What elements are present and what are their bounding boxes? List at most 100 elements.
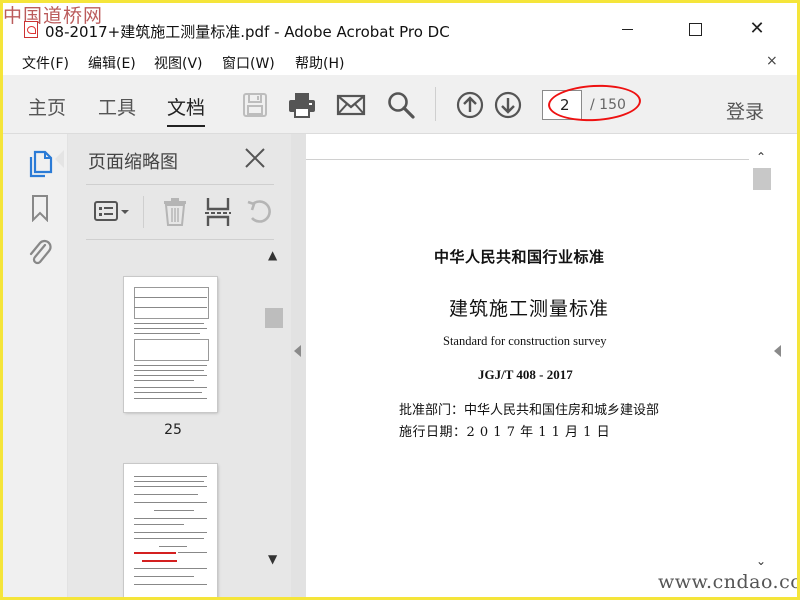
thumbnail-line xyxy=(134,518,207,519)
thumbnail-line xyxy=(134,532,207,533)
tools-separator xyxy=(143,196,144,228)
app-window: 中国道桥网 08-2017+建筑施工测量标准.pdf - Adobe Acrob… xyxy=(3,3,797,597)
save-icon[interactable] xyxy=(240,90,270,120)
menu-bar: 文件(F) 编辑(E) 视图(V) 窗口(W) 帮助(H) × xyxy=(3,47,797,75)
close-window-button[interactable]: ✕ xyxy=(734,15,780,43)
page-down-icon[interactable] xyxy=(493,90,523,120)
delete-icon[interactable] xyxy=(163,197,187,227)
thumbnail-line xyxy=(134,297,207,298)
annotation-oval xyxy=(547,82,642,124)
scrollbar-thumb[interactable] xyxy=(265,308,283,328)
scrollbar-thumb[interactable] xyxy=(753,168,771,190)
thumbnail-line xyxy=(134,538,204,539)
document-view: 中华人民共和国行业标准 建筑施工测量标准 Standard for constr… xyxy=(306,134,797,597)
maximize-icon xyxy=(688,22,702,36)
window-title: 08-2017+建筑施工测量标准.pdf - Adobe Acrobat Pro… xyxy=(45,23,450,41)
scroll-down-icon[interactable]: ⌄ xyxy=(756,554,766,568)
thumbnail-line xyxy=(159,546,187,547)
title-bar: 中国道桥网 08-2017+建筑施工测量标准.pdf - Adobe Acrob… xyxy=(3,3,797,47)
thumbnail-line xyxy=(134,323,204,324)
thumbnail-page-26[interactable] xyxy=(124,464,217,597)
doc-effective-date: 施行日期：2 0 1 7 年 1 1 月 1 日 xyxy=(399,425,611,440)
doc-standard-code: JGJ/T 408 - 2017 xyxy=(478,367,573,382)
crop-icon[interactable] xyxy=(204,197,232,227)
thumbnail-line xyxy=(134,365,207,366)
close-panel-icon[interactable] xyxy=(243,146,267,170)
email-icon[interactable] xyxy=(336,90,366,120)
toolbar-separator xyxy=(435,87,436,121)
thumbnail-line xyxy=(134,568,207,569)
minimize-icon xyxy=(621,28,633,30)
doc-heading: 中华人民共和国行业标准 xyxy=(434,248,605,266)
scroll-up-icon[interactable]: ⌃ xyxy=(756,150,766,164)
doc-approval-dept: 批准部门：中华人民共和国住房和城乡建设部 xyxy=(399,403,660,418)
doc-english-title: Standard for construction survey xyxy=(443,334,607,348)
thumbnail-line xyxy=(134,333,200,334)
previous-page-bottom xyxy=(306,134,749,160)
thumbnail-line xyxy=(134,524,184,525)
menu-file[interactable]: 文件(F) xyxy=(22,53,69,73)
document-page: 中华人民共和国行业标准 建筑施工测量标准 Standard for constr… xyxy=(306,164,749,597)
thumbnail-line xyxy=(134,307,207,308)
collapse-panel-icon[interactable] xyxy=(294,345,301,357)
doc-title: 建筑施工测量标准 xyxy=(449,298,610,320)
thumbnail-line xyxy=(134,584,207,585)
thumbnail-line xyxy=(134,398,207,399)
watermark-bottom: www.cndao.com xyxy=(658,571,797,593)
main-toolbar: 主页 工具 文档 2 / 150 登录 xyxy=(3,75,797,134)
thumbnail-line xyxy=(178,552,207,553)
thumbnail-line xyxy=(134,387,207,388)
thumbnail-page-25[interactable] xyxy=(124,277,217,412)
print-icon[interactable] xyxy=(287,90,317,120)
tab-document[interactable]: 文档 xyxy=(167,93,206,127)
thumbnail-line xyxy=(134,328,207,329)
thumbnail-line xyxy=(134,486,207,487)
thumbnail-toolbar xyxy=(86,192,276,232)
left-navigation-rail xyxy=(3,134,68,597)
menu-edit[interactable]: 编辑(E) xyxy=(88,53,136,73)
login-link[interactable]: 登录 xyxy=(726,97,764,124)
thumbnail-table xyxy=(134,339,209,361)
thumbnail-line xyxy=(134,576,194,577)
thumbnail-line xyxy=(154,510,194,511)
menu-window[interactable]: 窗口(W) xyxy=(222,53,275,73)
thumbnail-line xyxy=(134,392,202,393)
thumbnail-line xyxy=(134,380,194,381)
divider xyxy=(86,184,274,185)
thumbnail-red-mark xyxy=(142,560,177,562)
tab-tools[interactable]: 工具 xyxy=(98,93,136,120)
thumbnail-line xyxy=(134,370,204,371)
page-up-icon[interactable] xyxy=(455,90,485,120)
thumbnail-red-mark xyxy=(134,552,176,554)
thumbnail-line xyxy=(134,494,198,495)
active-panel-indicator xyxy=(55,150,64,168)
minimize-button[interactable] xyxy=(604,15,650,43)
maximize-button[interactable] xyxy=(672,15,718,43)
divider xyxy=(86,239,274,240)
rotate-icon[interactable] xyxy=(246,198,274,226)
thumbnail-line xyxy=(134,476,207,477)
thumbnail-page-label: 25 xyxy=(164,422,182,438)
thumbnail-line xyxy=(134,375,207,376)
menu-help[interactable]: 帮助(H) xyxy=(295,53,344,73)
scroll-down-icon[interactable]: ▼ xyxy=(268,552,277,566)
expand-right-pane-icon[interactable] xyxy=(774,345,781,357)
thumbnail-scrollbar[interactable]: ▲ ▼ xyxy=(265,242,288,570)
menu-view[interactable]: 视图(V) xyxy=(154,53,203,73)
bookmark-icon[interactable] xyxy=(29,194,51,223)
thumbnail-list: 25 xyxy=(68,242,265,597)
attachment-icon[interactable] xyxy=(27,237,53,267)
search-icon[interactable] xyxy=(386,90,416,120)
tab-home[interactable]: 主页 xyxy=(28,93,66,120)
document-scrollbar[interactable]: ⌃ ⌄ xyxy=(751,144,773,572)
thumbnail-line xyxy=(134,481,204,482)
page-thumbnails-icon[interactable] xyxy=(28,150,54,178)
close-document-button[interactable]: × xyxy=(766,53,778,69)
panel-splitter[interactable] xyxy=(291,134,306,597)
options-menu-icon[interactable] xyxy=(94,200,132,224)
thumbnail-table xyxy=(134,287,209,319)
pdf-file-icon xyxy=(24,21,38,38)
thumbnail-line xyxy=(134,502,207,503)
scroll-up-icon[interactable]: ▲ xyxy=(268,248,277,262)
page-thumbnails-panel: 页面缩略图 25 ▲ ▼ xyxy=(68,134,291,597)
